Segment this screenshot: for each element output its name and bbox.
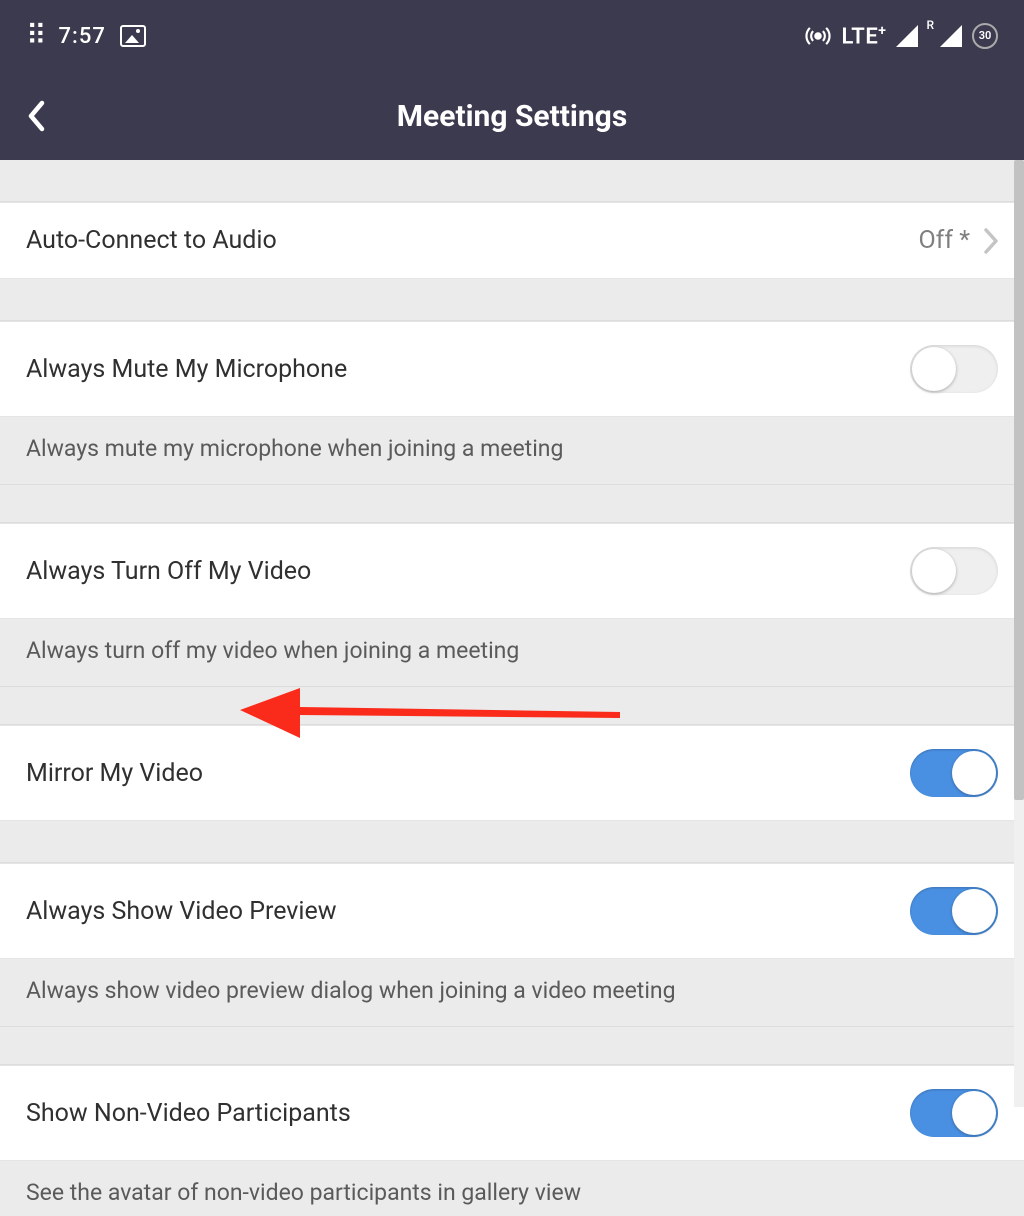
row-label: Always Show Video Preview bbox=[26, 897, 337, 926]
row-label: Show Non-Video Participants bbox=[26, 1099, 351, 1128]
mirror-video-toggle[interactable] bbox=[910, 749, 998, 797]
section-gap bbox=[0, 821, 1024, 863]
blackberry-icon: ⠿ bbox=[26, 22, 45, 50]
toggle-knob bbox=[952, 1091, 996, 1135]
signal-icon-2 bbox=[940, 25, 962, 47]
mute-microphone-toggle[interactable] bbox=[910, 345, 998, 393]
roaming-badge: R bbox=[926, 18, 934, 32]
toggle-knob bbox=[912, 549, 956, 593]
chevron-left-icon bbox=[26, 100, 46, 132]
toggle-knob bbox=[952, 889, 996, 933]
scrollbar-track[interactable] bbox=[1014, 160, 1024, 1107]
toggle-knob bbox=[912, 347, 956, 391]
page-title: Meeting Settings bbox=[397, 99, 627, 134]
network-type: LTE+ bbox=[841, 23, 886, 49]
row-description: Always turn off my video when joining a … bbox=[0, 619, 1024, 687]
row-label: Always Turn Off My Video bbox=[26, 557, 311, 586]
signal-icon bbox=[896, 25, 918, 47]
show-video-preview-row: Always Show Video Preview bbox=[0, 863, 1024, 959]
section-gap bbox=[0, 160, 1024, 202]
battery-icon: 30 bbox=[972, 23, 998, 49]
row-label: Mirror My Video bbox=[26, 759, 203, 788]
mute-microphone-row: Always Mute My Microphone bbox=[0, 321, 1024, 417]
picture-icon bbox=[120, 25, 146, 47]
scrollbar-thumb[interactable] bbox=[1014, 160, 1024, 800]
auto-connect-audio-row[interactable]: Auto-Connect to Audio Off * bbox=[0, 202, 1024, 279]
hotspot-icon bbox=[805, 23, 831, 49]
toggle-knob bbox=[952, 751, 996, 795]
row-value-group: Off * bbox=[918, 226, 998, 255]
settings-content: Auto-Connect to Audio Off * Always Mute … bbox=[0, 160, 1024, 1216]
row-value: Off * bbox=[918, 226, 970, 255]
non-video-participants-toggle[interactable] bbox=[910, 1089, 998, 1137]
show-video-preview-toggle[interactable] bbox=[910, 887, 998, 935]
status-bar: ⠿ 7:57 LTE+ R 30 bbox=[0, 0, 1024, 72]
back-button[interactable] bbox=[18, 92, 54, 140]
turn-off-video-toggle[interactable] bbox=[910, 547, 998, 595]
row-description: Always mute my microphone when joining a… bbox=[0, 417, 1024, 485]
row-label: Always Mute My Microphone bbox=[26, 355, 347, 384]
status-left: ⠿ 7:57 bbox=[26, 22, 146, 50]
header: Meeting Settings bbox=[0, 72, 1024, 160]
non-video-participants-row: Show Non-Video Participants bbox=[0, 1065, 1024, 1161]
turn-off-video-row: Always Turn Off My Video bbox=[0, 523, 1024, 619]
section-gap bbox=[0, 1027, 1024, 1065]
section-gap bbox=[0, 279, 1024, 321]
chevron-right-icon bbox=[984, 228, 998, 254]
mirror-video-row: Mirror My Video bbox=[0, 725, 1024, 821]
row-description: Always show video preview dialog when jo… bbox=[0, 959, 1024, 1027]
status-right: LTE+ R 30 bbox=[805, 23, 998, 49]
section-gap bbox=[0, 485, 1024, 523]
status-time: 7:57 bbox=[59, 24, 106, 49]
row-label: Auto-Connect to Audio bbox=[26, 226, 277, 255]
section-gap bbox=[0, 687, 1024, 725]
row-description: See the avatar of non-video participants… bbox=[0, 1161, 1024, 1216]
